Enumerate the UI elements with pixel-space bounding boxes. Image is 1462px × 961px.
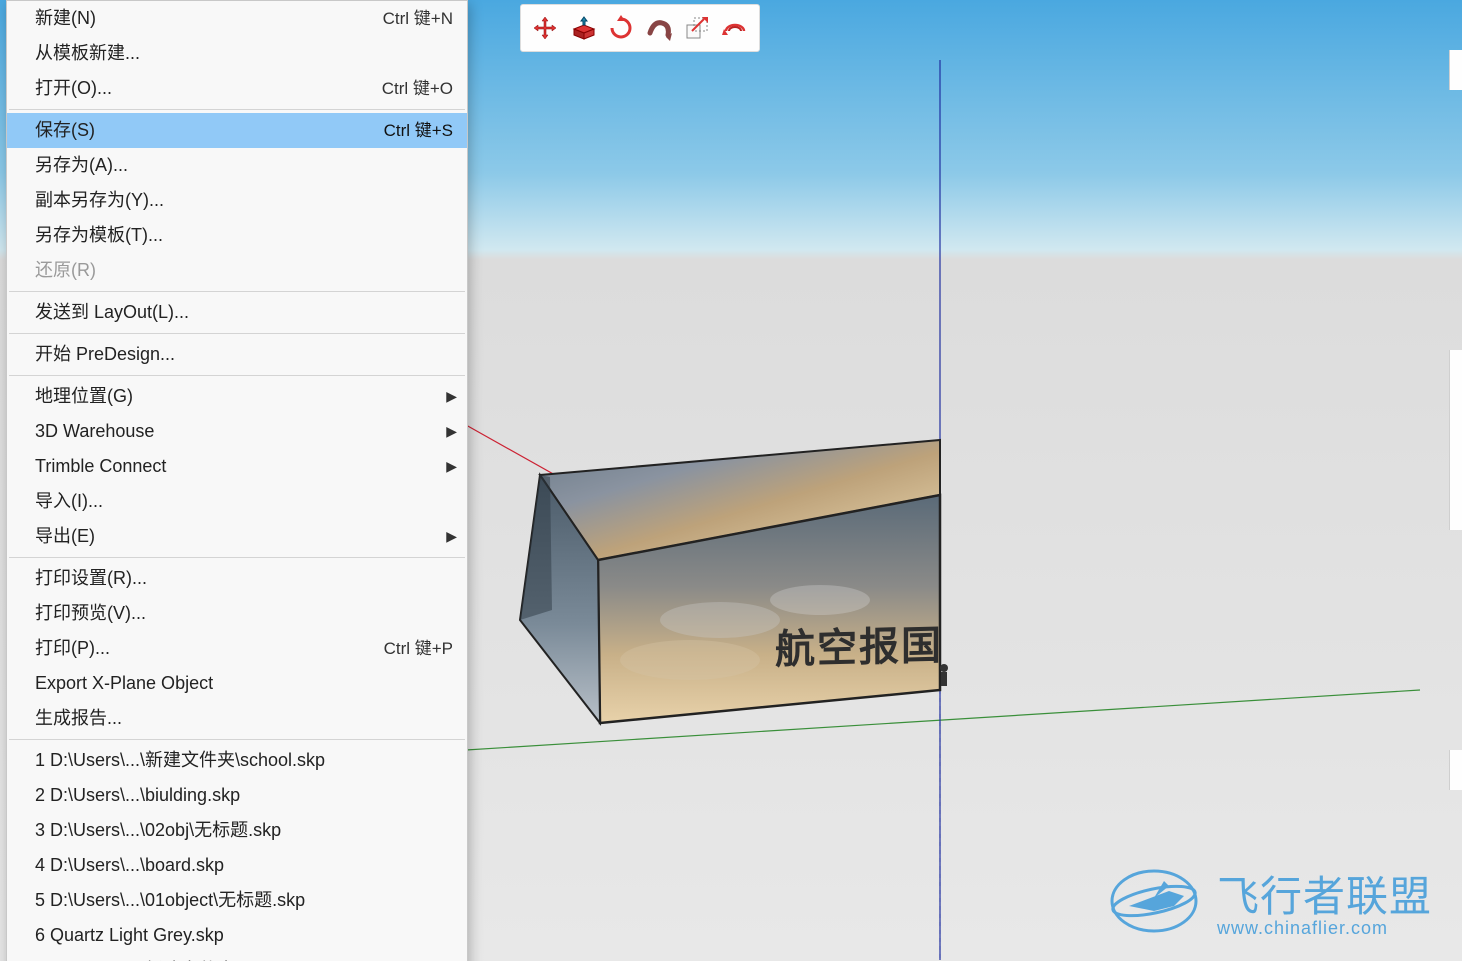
submenu-arrow-icon: ▶	[446, 452, 457, 481]
menu-item-label: 2 D:\Users\...\biulding.skp	[35, 781, 240, 810]
menu-item[interactable]: 从模板新建...	[7, 36, 467, 71]
right-panel-edge	[1449, 490, 1462, 530]
menu-separator	[9, 739, 465, 740]
menu-item-label: 地理位置(G)	[35, 382, 133, 411]
menu-item-label: 5 D:\Users\...\01object\无标题.skp	[35, 886, 305, 915]
menu-item-label: 生成报告...	[35, 704, 122, 733]
menu-item-label: 还原(R)	[35, 256, 96, 285]
menu-item[interactable]: 副本另存为(Y)...	[7, 183, 467, 218]
menu-item-label: 打印预览(V)...	[35, 599, 146, 628]
menu-item[interactable]: 另存为模板(T)...	[7, 218, 467, 253]
menu-item-label: 6 Quartz Light Grey.skp	[35, 921, 224, 950]
menu-item-label: 打开(O)...	[35, 74, 112, 103]
menu-item-label: 3 D:\Users\...\02obj\无标题.skp	[35, 816, 281, 845]
menu-item[interactable]: Export X-Plane Object	[7, 666, 467, 701]
menu-item-label: 打印(P)...	[35, 634, 110, 663]
right-panel-edge	[1449, 350, 1462, 490]
menu-item[interactable]: 打印(P)... Ctrl 键+P	[7, 631, 467, 666]
menu-separator	[9, 109, 465, 110]
menu-separator	[9, 291, 465, 292]
menu-item-label: 另存为模板(T)...	[35, 221, 163, 250]
menu-item-label: Export X-Plane Object	[35, 669, 213, 698]
menu-item-shortcut: Ctrl 键+S	[384, 116, 453, 145]
menu-item[interactable]: 打印预览(V)...	[7, 596, 467, 631]
menu-item[interactable]: 打印设置(R)...	[7, 561, 467, 596]
menu-item-label: 3D Warehouse	[35, 417, 154, 446]
menu-item-label: 7 D:\Users\...\新建文件夹\abcd.skp	[35, 956, 312, 961]
menu-item[interactable]: 另存为(A)...	[7, 148, 467, 183]
menu-item[interactable]: 导出(E) ▶	[7, 519, 467, 554]
menu-item-label: 另存为(A)...	[35, 151, 128, 180]
submenu-arrow-icon: ▶	[446, 522, 457, 551]
menu-item-label: 开始 PreDesign...	[35, 340, 175, 369]
watermark-logo: 飞行者联盟 www.chinaflier.com	[1109, 863, 1432, 939]
menu-item-label: 副本另存为(Y)...	[35, 186, 164, 215]
menu-item[interactable]: 地理位置(G) ▶	[7, 379, 467, 414]
scale-tool-icon[interactable]	[679, 10, 715, 46]
menu-item[interactable]: 6 Quartz Light Grey.skp	[7, 918, 467, 953]
menu-separator	[9, 557, 465, 558]
menu-item-shortcut: Ctrl 键+N	[383, 4, 453, 33]
menu-item-label: 发送到 LayOut(L)...	[35, 298, 189, 327]
menu-item[interactable]: 生成报告...	[7, 701, 467, 736]
menu-item[interactable]: 5 D:\Users\...\01object\无标题.skp	[7, 883, 467, 918]
menu-item[interactable]: 3D Warehouse ▶	[7, 414, 467, 449]
watermark-url: www.chinaflier.com	[1217, 918, 1388, 939]
watermark-title: 飞行者联盟	[1217, 863, 1432, 924]
follow-me-tool-icon[interactable]	[641, 10, 677, 46]
model-face-text: 航空报国	[775, 613, 943, 675]
menu-item[interactable]: 4 D:\Users\...\board.skp	[7, 848, 467, 883]
menu-item[interactable]: 打开(O)... Ctrl 键+O	[7, 71, 467, 106]
menu-item-label: 打印设置(R)...	[35, 564, 147, 593]
menu-item-label: 保存(S)	[35, 116, 95, 145]
menu-item[interactable]: 开始 PreDesign...	[7, 337, 467, 372]
menu-item-label: Trimble Connect	[35, 452, 166, 481]
menu-item-label: 导出(E)	[35, 522, 95, 551]
move-tool-icon[interactable]	[527, 10, 563, 46]
rotate-tool-icon[interactable]	[603, 10, 639, 46]
right-panel-edge	[1449, 50, 1462, 90]
menu-item[interactable]: 1 D:\Users\...\新建文件夹\school.skp	[7, 743, 467, 778]
menu-item-label: 新建(N)	[35, 4, 96, 33]
submenu-arrow-icon: ▶	[446, 417, 457, 446]
offset-tool-icon[interactable]	[717, 10, 753, 46]
file-menu-dropdown: 新建(N) Ctrl 键+N 从模板新建... 打开(O)... Ctrl 键+O 保存(…	[6, 0, 468, 961]
menu-item: 还原(R)	[7, 253, 467, 288]
menu-item[interactable]: 发送到 LayOut(L)...	[7, 295, 467, 330]
menu-item[interactable]: 7 D:\Users\...\新建文件夹\abcd.skp	[7, 953, 467, 961]
watermark-plane-icon	[1109, 866, 1199, 936]
menu-item-shortcut: Ctrl 键+O	[382, 74, 453, 103]
menu-item[interactable]: 导入(I)...	[7, 484, 467, 519]
menu-item[interactable]: Trimble Connect ▶	[7, 449, 467, 484]
menu-item-label: 从模板新建...	[35, 39, 140, 68]
menu-item[interactable]: 保存(S) Ctrl 键+S	[7, 113, 467, 148]
submenu-arrow-icon: ▶	[446, 382, 457, 411]
menu-item[interactable]: 新建(N) Ctrl 键+N	[7, 1, 467, 36]
menu-item-label: 4 D:\Users\...\board.skp	[35, 851, 224, 880]
menu-item-shortcut: Ctrl 键+P	[384, 634, 453, 663]
menu-item-label: 1 D:\Users\...\新建文件夹\school.skp	[35, 746, 325, 775]
menu-item-label: 导入(I)...	[35, 487, 103, 516]
top-toolbar	[520, 4, 760, 52]
right-panel-edge	[1449, 750, 1462, 790]
menu-separator	[9, 375, 465, 376]
menu-separator	[9, 333, 465, 334]
menu-item[interactable]: 3 D:\Users\...\02obj\无标题.skp	[7, 813, 467, 848]
push-pull-tool-icon[interactable]	[565, 10, 601, 46]
menu-item[interactable]: 2 D:\Users\...\biulding.skp	[7, 778, 467, 813]
